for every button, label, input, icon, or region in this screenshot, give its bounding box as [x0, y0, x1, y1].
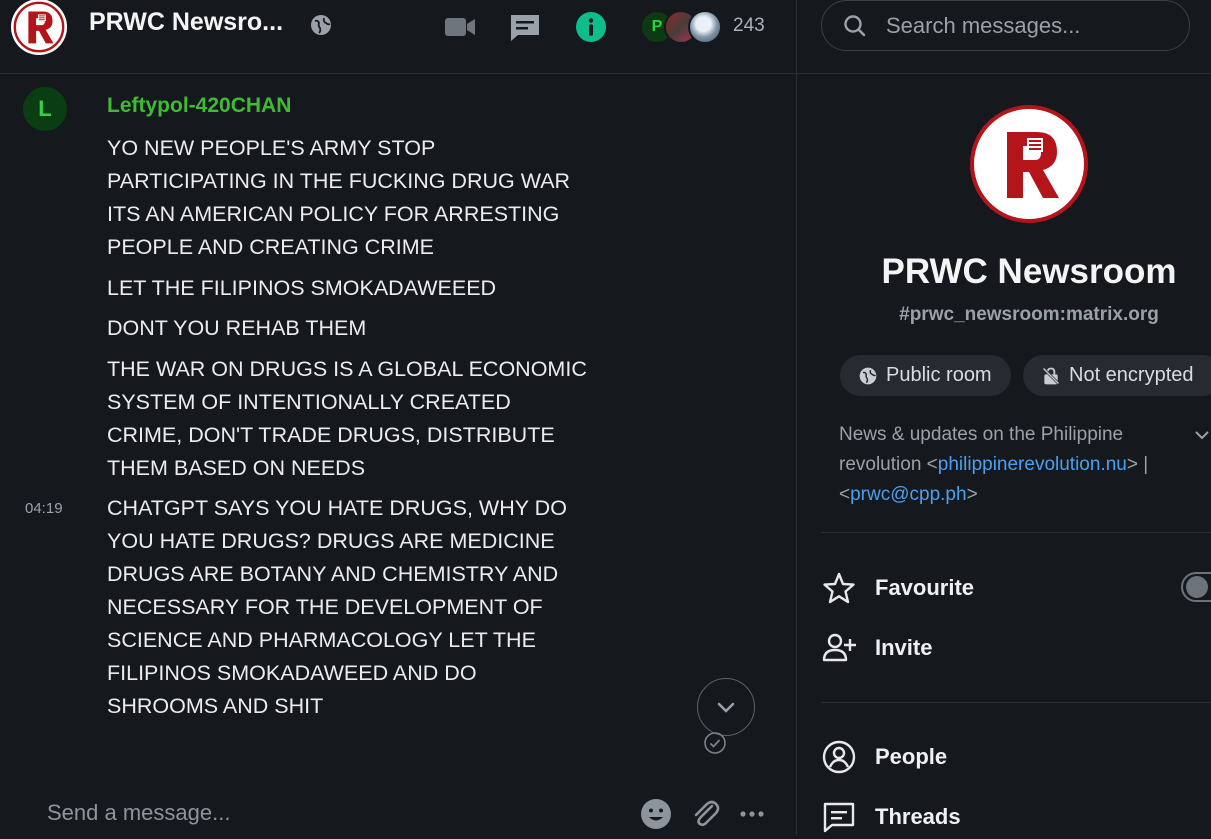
globe-icon [859, 367, 877, 384]
favourite-label: Favourite [875, 575, 975, 600]
star-icon [823, 572, 855, 604]
chevron-down-icon [717, 702, 735, 713]
more-options-icon[interactable] [735, 797, 769, 831]
room-topic[interactable]: News & updates on the Philippine revolut… [839, 420, 1179, 510]
room-header: PRWC Newsro... P 243 [0, 0, 796, 74]
room-avatar-large[interactable] [969, 104, 1089, 224]
people-label: People [875, 744, 948, 769]
timeline-pane: PRWC Newsro... P 243 L Leftypol-420CHAN … [0, 0, 796, 835]
room-info-panel: PRWC Newsroom #prwc_newsroom:matrix.org … [797, 0, 1211, 835]
threads-label: Threads [875, 804, 961, 829]
sender-name[interactable]: Leftypol-420CHAN [107, 94, 291, 118]
message-body: CHATGPT SAYS YOU HATE DRUGS, WHY DO YOU … [107, 496, 567, 718]
divider [821, 532, 1211, 533]
sender-avatar[interactable]: L [23, 87, 67, 131]
threads-row[interactable]: Threads [821, 795, 961, 839]
user-circle-icon [822, 740, 856, 774]
room-title[interactable]: PRWC Newsro... [89, 8, 283, 37]
message-composer-input[interactable] [47, 800, 607, 826]
read-receipt-icon[interactable] [703, 731, 727, 755]
invite-label: Invite [875, 635, 933, 660]
divider [821, 702, 1211, 703]
room-name: PRWC Newsroom [881, 252, 1177, 291]
room-avatar[interactable] [10, 0, 68, 56]
globe-icon [311, 15, 331, 35]
topic-link-website[interactable]: philippinerevolution.nu [938, 454, 1127, 475]
chevron-down-icon[interactable] [1193, 426, 1211, 444]
room-info-icon[interactable] [574, 10, 608, 44]
topic-text: > [966, 484, 978, 505]
people-row[interactable]: People [821, 735, 947, 779]
invite-row[interactable]: Invite [821, 626, 932, 670]
topic-link-email[interactable]: prwc@cpp.ph [850, 484, 966, 505]
member-count[interactable]: 243 [733, 15, 765, 37]
public-room-badge: Public room [840, 355, 1011, 396]
emoji-icon[interactable] [639, 797, 673, 831]
add-person-icon [822, 633, 856, 662]
jump-to-bottom-button[interactable] [697, 678, 755, 736]
public-room-label: Public room [886, 364, 992, 386]
threads-icon[interactable] [508, 10, 542, 44]
message-body: LET THE FILIPINOS SMOKADAWEEED [107, 276, 497, 300]
divider [797, 73, 1211, 74]
encryption-label: Not encrypted [1069, 364, 1194, 386]
threads-icon [823, 802, 855, 833]
message-timestamp: 04:19 [25, 500, 63, 517]
search-bar[interactable] [821, 0, 1190, 51]
room-alias[interactable]: #prwc_newsroom:matrix.org [797, 304, 1211, 326]
favourite-toggle[interactable] [1181, 572, 1211, 602]
search-input[interactable] [886, 13, 1176, 39]
message-body: YO NEW PEOPLE'S ARMY STOP PARTICIPATING … [107, 136, 571, 259]
encryption-badge: Not encrypted [1023, 355, 1211, 396]
search-icon [844, 15, 866, 37]
favourite-row[interactable]: Favourite [821, 566, 974, 610]
lock-off-icon [1042, 367, 1060, 384]
video-call-icon[interactable] [443, 10, 477, 44]
message-body: DONT YOU REHAB THEM [107, 316, 367, 340]
member-avatar [688, 10, 722, 44]
message-body: THE WAR ON DRUGS IS A GLOBAL ECONOMIC SY… [107, 357, 587, 480]
attachment-icon[interactable] [688, 797, 722, 831]
